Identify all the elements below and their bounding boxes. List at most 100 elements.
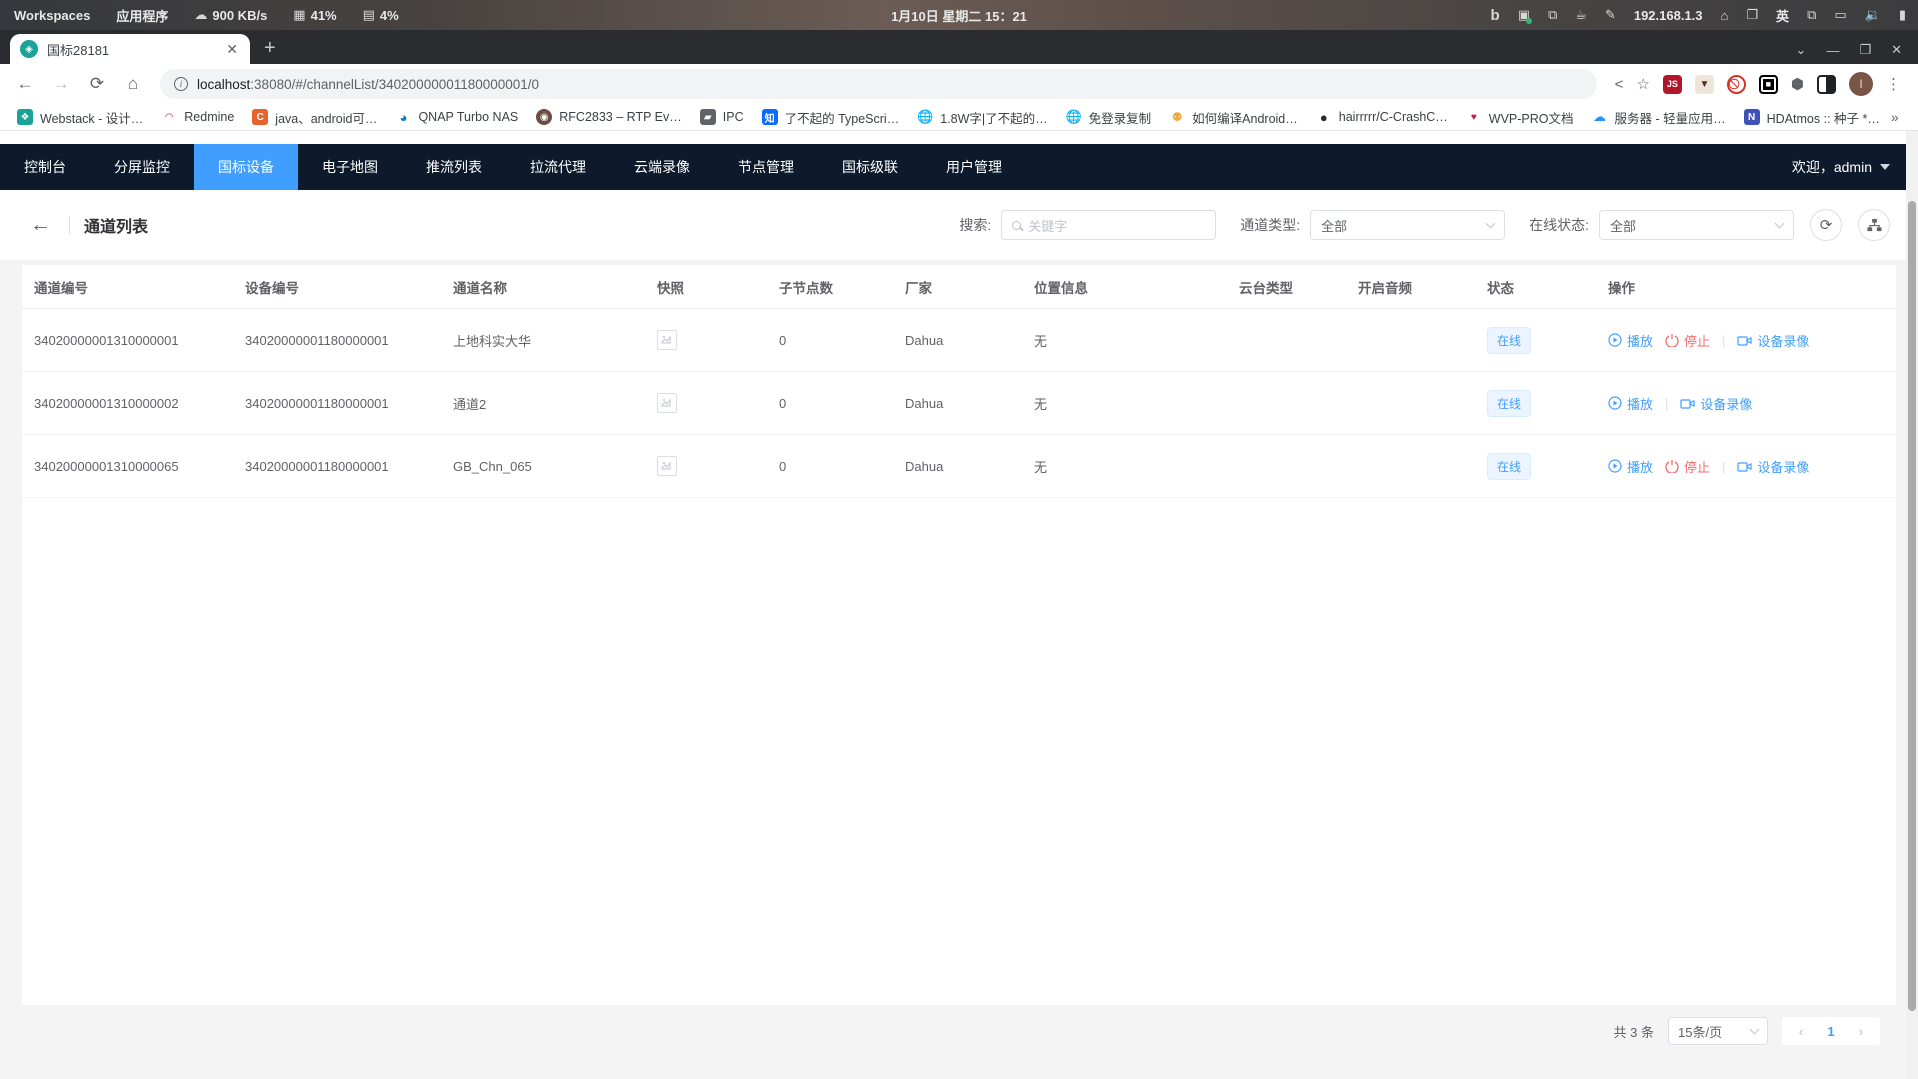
play-circle-icon [1608,333,1622,347]
stop-button[interactable]: 停止 [1665,457,1710,476]
site-info-icon[interactable]: i [174,77,188,91]
nav-item-push-list[interactable]: 推流列表 [402,144,506,190]
sitemap-icon [1867,218,1882,233]
bookmark-item[interactable]: ⚉如何编译Android… [1162,106,1305,129]
bookmark-item[interactable]: ●hairrrrr/C-CrashC… [1309,107,1455,127]
extension-mask-icon[interactable]: ▼ [1695,75,1714,94]
address-bar[interactable]: i localhost:38080/#/channelList/34020000… [160,69,1597,99]
bookmark-item[interactable]: NHDAtmos :: 种子 *… [1737,106,1887,129]
share-icon[interactable]: < [1615,76,1624,93]
coffee-tray-icon[interactable]: ☕ [1575,7,1587,23]
nav-item-gb-devices[interactable]: 国标设备 [194,144,298,190]
nav-item-console[interactable]: 控制台 [0,144,90,190]
net-speed-indicator: ☁900 KB/s [194,7,267,23]
window-restore-icon[interactable]: ❐ [1859,42,1871,58]
bookmark-item[interactable]: 🌐免登录复制 [1059,106,1159,129]
nav-item-pull-proxy[interactable]: 拉流代理 [506,144,610,190]
bing-tray-icon[interactable]: b [1491,7,1500,24]
child-count: 0 [767,396,893,411]
window-minimize-icon[interactable]: — [1826,43,1839,58]
bookmark-item[interactable]: ♥WVP-PRO文档 [1459,106,1581,129]
snapshot-thumbnail[interactable] [657,456,677,476]
window-close-icon[interactable]: ✕ [1891,42,1902,58]
scrollbar-track[interactable] [1906,131,1918,1079]
csdn-icon: C [252,109,268,125]
home-icon[interactable]: ⌂ [1721,8,1729,23]
bookmark-item[interactable]: ☁服务器 - 轻量应用… [1585,106,1733,129]
device-record-button[interactable]: 设备录像 [1737,457,1809,476]
reload-button[interactable]: ⟳ [82,69,112,99]
pen-tray-icon[interactable]: ✎ [1605,7,1616,23]
browser-tab[interactable]: ◈ 国标28181 ✕ [10,34,250,64]
current-page-button[interactable]: 1 [1816,1024,1846,1039]
next-page-button[interactable]: › [1846,1024,1876,1039]
refresh-button[interactable]: ⟳ [1810,209,1842,241]
browser-menu-icon[interactable]: ⋮ [1886,75,1902,93]
extension-frame-icon[interactable]: ■ [1759,75,1778,94]
vendor: Dahua [893,459,1022,474]
bookmark-item[interactable]: 🌐1.8W字|了不起的… [910,106,1054,129]
windows-tray-icon[interactable]: ❐ [1746,7,1758,23]
bookmark-item[interactable]: ◕QNAP Turbo NAS [388,107,525,127]
browser-home-button[interactable]: ⌂ [118,69,148,99]
online-status-select[interactable]: 全部 [1599,210,1794,240]
profile-avatar[interactable]: I [1849,72,1873,96]
extensions-puzzle-icon[interactable]: ⬢ [1791,75,1804,93]
tree-view-button[interactable] [1858,209,1890,241]
forward-button[interactable]: → [46,69,76,99]
clock[interactable]: 1月10日 星期二 15：21 [891,6,1027,25]
snapshot-thumbnail[interactable] [657,393,677,413]
table-row: 34020000001310000001 3402000000118000000… [22,309,1896,372]
bookmark-item[interactable]: ▰IPC [693,107,751,127]
nav-item-map[interactable]: 电子地图 [298,144,402,190]
device-record-button[interactable]: 设备录像 [1680,394,1752,413]
user-menu[interactable]: 欢迎，admin [1792,157,1918,177]
tab-search-icon[interactable]: ⌄ [1796,42,1807,58]
github-icon: ● [1316,109,1332,125]
workspaces-button[interactable]: Workspaces [14,8,90,23]
bookmarks-overflow-chevron[interactable]: » [1891,109,1909,125]
nav-item-cloud-record[interactable]: 云端录像 [610,144,714,190]
play-button[interactable]: 播放 [1608,394,1653,413]
volume-icon[interactable]: 🔉 [1865,7,1881,23]
nav-item-node-manage[interactable]: 节点管理 [714,144,818,190]
app-tray-icon[interactable]: ▣ [1518,7,1530,23]
snapshot-thumbnail[interactable] [657,330,677,350]
prev-page-button[interactable]: ‹ [1786,1024,1816,1039]
bookmark-item[interactable]: ◉RFC2833 – RTP Ev… [529,107,689,127]
bookmark-item[interactable]: Cjava、android可… [245,106,384,129]
status-badge: 在线 [1487,327,1531,354]
nav-item-split-monitor[interactable]: 分屏监控 [90,144,194,190]
page-size-select[interactable]: 15条/页 [1668,1017,1768,1045]
clipboard-tray-icon[interactable]: ⧉ [1548,7,1557,23]
play-button[interactable]: 播放 [1608,457,1653,476]
chevron-down-icon [1486,218,1496,228]
screen-rotate-icon[interactable]: ⧉ [1807,7,1816,23]
applications-menu[interactable]: 应用程序 [116,6,168,25]
stop-button[interactable]: 停止 [1665,331,1710,350]
play-button[interactable]: 播放 [1608,331,1653,350]
divider: | [1665,396,1668,411]
extension-no-camera-icon[interactable]: ⃠ [1727,75,1746,94]
display-icon[interactable]: ▭ [1834,7,1846,23]
channel-type-select[interactable]: 全部 [1310,210,1505,240]
nav-item-user-manage[interactable]: 用户管理 [922,144,1026,190]
bookmark-item[interactable]: 知了不起的 TypeScri… [755,106,907,129]
tab-close-icon[interactable]: ✕ [224,41,240,58]
battery-icon[interactable]: ▮ [1899,7,1906,23]
bookmark-item[interactable]: ❖Webstack - 设计… [10,106,150,129]
nav-item-gb-cascade[interactable]: 国标级联 [818,144,922,190]
new-tab-button[interactable]: + [264,37,276,60]
search-input[interactable]: 关键字 [1001,210,1216,240]
back-arrow-icon[interactable]: ← [30,213,51,237]
hdatmos-icon: N [1744,109,1760,125]
bookmark-item[interactable]: ◠Redmine [154,107,241,127]
extension-js-icon[interactable]: JS [1663,75,1682,94]
input-method-indicator[interactable]: 英 [1776,6,1789,25]
device-record-button[interactable]: 设备录像 [1737,331,1809,350]
ip-address-indicator[interactable]: 192.168.1.3 [1634,8,1703,23]
bookmark-star-icon[interactable]: ☆ [1636,75,1649,93]
scrollbar-thumb[interactable] [1908,201,1916,1011]
back-button[interactable]: ← [10,69,40,99]
extension-sidebar-icon[interactable] [1817,75,1836,94]
